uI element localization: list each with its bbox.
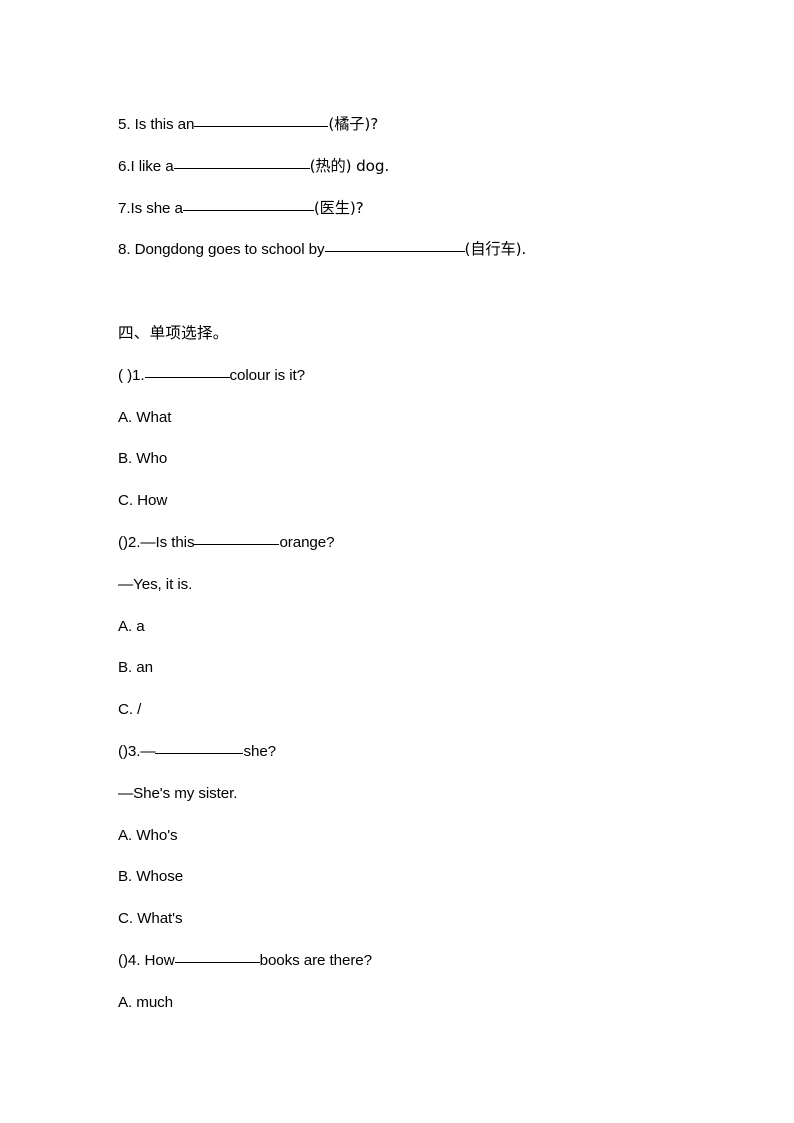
mcq-question-2: ()2.—Is this orange?	[118, 522, 754, 564]
mcq-question-2-blank[interactable]	[194, 532, 280, 545]
mcq-question-2-option-b[interactable]: B. an	[118, 647, 754, 689]
fill-in-item-7-blank[interactable]	[182, 198, 314, 211]
mcq-section-heading: 四、单项选择。	[118, 323, 229, 342]
mcq-question-2-answer-line: —Yes, it is.	[118, 575, 193, 593]
fill-in-item-6-suffix: (热的) dog.	[309, 156, 390, 175]
fill-in-item-6-prefix: 6.I like a	[118, 157, 174, 175]
mcq-question-4-option-a[interactable]: A. much	[118, 982, 754, 1024]
mcq-question-4-suffix: books are there?	[259, 951, 372, 969]
mcq-question-3-option-a[interactable]: A. Who's	[118, 815, 754, 857]
fill-in-item-6: 6.I like a (热的) dog.	[118, 146, 754, 188]
mcq-question-4-blank[interactable]	[174, 950, 260, 963]
mcq-question-1: ( )1. colour is it?	[118, 355, 754, 397]
fill-in-item-8-blank[interactable]	[324, 239, 465, 253]
fill-in-item-8: 8. Dongdong goes to school by (自行车).	[118, 229, 754, 271]
fill-in-item-8-suffix: (自行车).	[464, 240, 527, 259]
mcq-question-3-answer-line: —She's my sister.	[118, 784, 238, 802]
worksheet-content: 5. Is this an (橘子)? 6.I like a (热的) dog. 7…	[118, 104, 754, 1024]
mcq-question-1-prefix: ( )1.	[118, 366, 145, 384]
fill-in-item-5: 5. Is this an (橘子)?	[118, 104, 754, 146]
mcq-question-1-blank[interactable]	[144, 365, 230, 378]
mcq-question-1-option-b[interactable]: B. Who	[118, 438, 754, 480]
worksheet-page: 5. Is this an (橘子)? 6.I like a (热的) dog. 7…	[0, 0, 794, 1123]
mcq-question-1-suffix: colour is it?	[229, 366, 306, 384]
fill-in-item-7-prefix: 7.Is she a	[118, 199, 183, 217]
fill-in-item-7: 7.Is she a (医生)?	[118, 188, 754, 230]
mcq-question-3: ()3.— she?	[118, 731, 754, 773]
mcq-question-3-option-b[interactable]: B. Whose	[118, 856, 754, 898]
mcq-question-4-prefix: ()4. How	[118, 951, 175, 969]
mcq-question-2-option-a[interactable]: A. a	[118, 606, 754, 648]
fill-in-item-5-prefix: 5. Is this an	[118, 116, 195, 133]
mcq-question-3-prefix: ()3.—	[118, 742, 156, 760]
mcq-question-3-option-c[interactable]: C. What's	[118, 898, 754, 940]
mcq-question-3-suffix: she?	[243, 742, 277, 760]
fill-in-item-5-suffix: (橘子)?	[328, 115, 379, 133]
mcq-question-3-blank[interactable]	[155, 741, 244, 754]
fill-in-item-7-suffix: (医生)?	[313, 198, 364, 217]
mcq-question-2-prefix: ()2.—Is this	[118, 533, 195, 551]
fill-in-item-6-blank[interactable]	[173, 156, 310, 169]
mcq-question-2-option-c[interactable]: C. /	[118, 689, 754, 731]
mcq-question-4: ()4. How books are there?	[118, 940, 754, 982]
fill-in-item-5-blank[interactable]	[194, 114, 329, 127]
mcq-question-1-option-c[interactable]: C. How	[118, 480, 754, 522]
mcq-question-1-option-a[interactable]: A. What	[118, 397, 754, 439]
fill-in-item-8-prefix: 8. Dongdong goes to school by	[118, 241, 325, 259]
mcq-question-2-suffix: orange?	[279, 533, 335, 551]
